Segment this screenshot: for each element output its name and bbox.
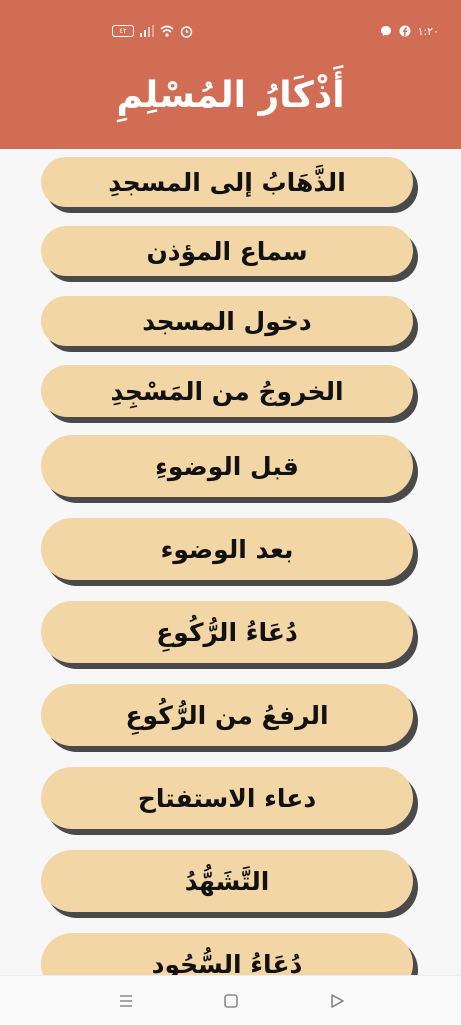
item-going-to-mosque-button[interactable]: الذَّهَابُ إلى المسجدِ <box>41 157 413 207</box>
menu-icon[interactable] <box>117 992 135 1010</box>
item-rising-from-ruku-button[interactable]: الرفعُ من الرُّكُوعِ <box>41 684 413 746</box>
item-before-wudu-button[interactable]: قبل الوضوءِ <box>41 435 413 497</box>
item-entering-mosque-button[interactable]: دخول المسجد <box>41 296 413 346</box>
home-square-icon[interactable] <box>222 992 240 1010</box>
item-sujud-dua-button[interactable]: دُعَاءُ السُّجُودِ <box>41 933 413 975</box>
status-time: ١:٢٠ <box>417 24 439 38</box>
item-tashahhud-button[interactable]: التَّشَهُّدُ <box>41 850 413 912</box>
status-right-group: ١:٢٠ <box>380 22 439 40</box>
item-after-wudu-button[interactable]: بعد الوضوء <box>41 518 413 580</box>
item-leaving-mosque-button[interactable]: الخروجُ من المَسْجِدِ <box>41 365 413 417</box>
messenger-icon <box>380 26 391 36</box>
alarm-icon <box>180 25 193 38</box>
battery-icon: ٤٢ <box>112 25 134 37</box>
item-ruku-dua-button[interactable]: دُعَاءُ الرُّكُوعِ <box>41 601 413 663</box>
wifi-icon <box>160 25 174 37</box>
system-nav-bar <box>0 975 461 1025</box>
item-opening-dua-button[interactable]: دعاء الاستفتاح <box>41 767 413 829</box>
battery-level: ٤٢ <box>119 26 127 35</box>
status-bar: ٤٢ ١:٢٠ <box>0 18 461 44</box>
app-title: أَذْكَارُ المُسْلِمِ <box>116 75 345 116</box>
status-left-group: ٤٢ <box>112 22 193 40</box>
adhkar-list[interactable]: الذَّهَابُ إلى المسجدِ سماع المؤذن دخول … <box>0 149 461 975</box>
item-hearing-adhan-button[interactable]: سماع المؤذن <box>41 226 413 276</box>
app-header: ٤٢ ١:٢٠ أَذْكَارُ المُسْلِمِ <box>0 0 461 149</box>
facebook-icon <box>399 25 411 37</box>
back-triangle-icon[interactable] <box>328 992 346 1010</box>
signal-icon <box>140 25 154 37</box>
